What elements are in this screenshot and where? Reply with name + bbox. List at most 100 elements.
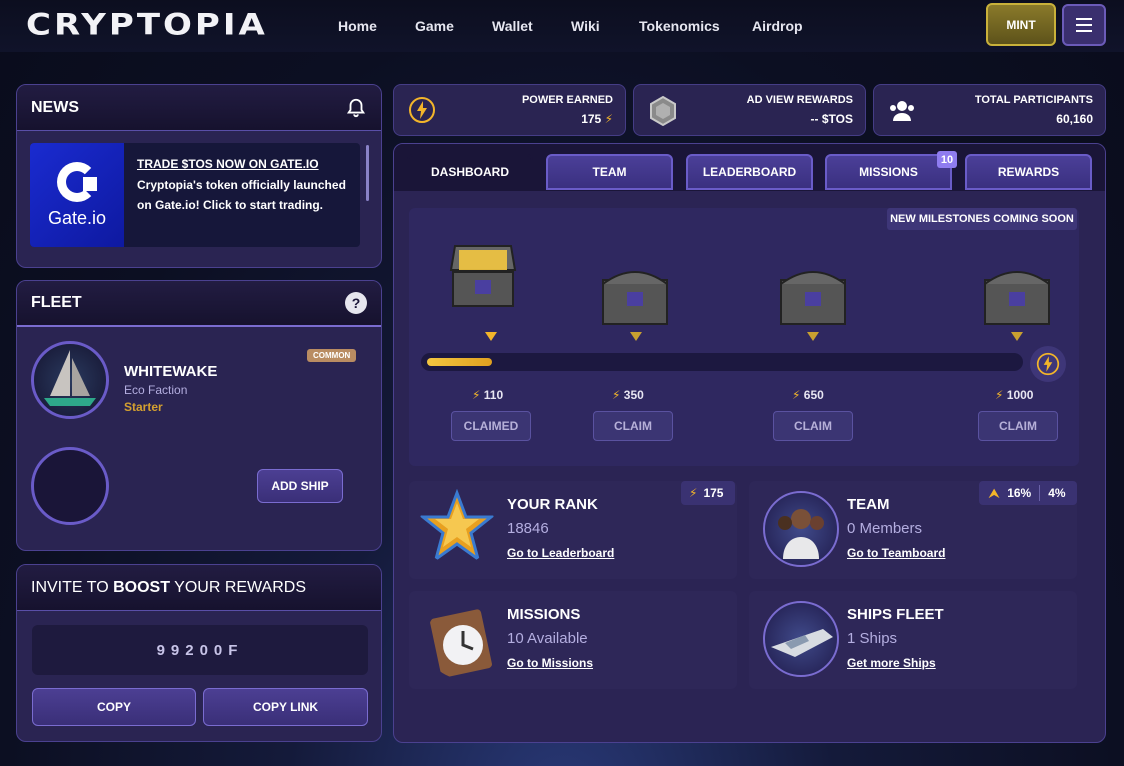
add-ship-button[interactable]: ADD SHIP	[257, 469, 343, 503]
invite-title-suffix: YOUR REWARDS	[169, 578, 306, 596]
ship-name: WHITEWAKE	[124, 363, 218, 380]
milestone-progress-fill	[427, 358, 492, 366]
ship-avatar	[31, 341, 109, 419]
team-card[interactable]: TEAM 0 Members Go to Teamboard ⮝ 16% 4%	[749, 481, 1077, 579]
tab-missions[interactable]: MISSIONS	[825, 154, 952, 190]
invite-code: 99200F	[156, 641, 244, 659]
progress-bolt-icon	[1030, 346, 1066, 382]
power-bolt-icon	[409, 97, 435, 123]
team-bonus-pill: ⮝ 16% 4%	[979, 481, 1077, 505]
fleet-title: FLEET	[31, 294, 82, 311]
missions-badge: 10	[937, 151, 957, 168]
nav-game[interactable]: Game	[415, 18, 454, 34]
empty-ship-slot[interactable]: ADD SHIP	[29, 447, 371, 537]
milestone-marker	[807, 332, 819, 341]
chest-open-icon	[449, 245, 517, 307]
gate-io-logo: Gate.io	[30, 143, 124, 247]
invite-code-field[interactable]: 99200F	[32, 625, 368, 675]
claim-button[interactable]: CLAIM	[593, 411, 673, 441]
team-avatar-icon	[763, 491, 839, 567]
teamboard-link[interactable]: Go to Teamboard	[847, 546, 945, 560]
claim-button[interactable]: CLAIM	[773, 411, 853, 441]
team-members: 0 Members	[847, 520, 923, 537]
nav-home[interactable]: Home	[338, 18, 377, 34]
help-icon[interactable]: ?	[345, 292, 367, 314]
bell-icon[interactable]	[345, 97, 367, 119]
rank-card[interactable]: YOUR RANK 18846 Go to Leaderboard ⚡ 175	[409, 481, 737, 579]
get-more-ships-link[interactable]: Get more Ships	[847, 656, 936, 670]
cryptopia-logo[interactable]: CRYPTOPIA	[26, 8, 268, 42]
news-panel: NEWS Gate.io TRADE $TOS NOW ON GATE.IO C…	[16, 84, 382, 268]
milestones-banner: NEW MILESTONES COMING SOON	[887, 208, 1077, 230]
power-earned-value: 175 ⚡	[581, 112, 613, 126]
milestone-progress-track	[421, 353, 1023, 371]
ships-fleet-card[interactable]: SHIPS FLEET 1 Ships Get more Ships	[749, 591, 1077, 689]
bolt-icon: ⚡	[472, 388, 481, 402]
news-link[interactable]: TRADE $TOS NOW ON GATE.IO	[137, 157, 319, 171]
ship-slot[interactable]: WHITEWAKE Eco Faction Starter COMMON	[29, 341, 371, 431]
rank-title: YOUR RANK	[507, 496, 598, 513]
total-participants-value: 60,160	[1056, 112, 1093, 126]
nav-wiki[interactable]: Wiki	[571, 18, 600, 34]
tos-coin-icon	[650, 96, 676, 126]
copy-link-button[interactable]: COPY LINK	[203, 688, 368, 726]
ad-view-rewards-value: -- $TOS	[810, 112, 853, 126]
bolt-icon: ⚡	[995, 388, 1004, 402]
tab-dashboard[interactable]: DASHBOARD	[407, 154, 533, 190]
milestone-points-3: ⚡ 650	[792, 388, 824, 402]
news-item[interactable]: Gate.io TRADE $TOS NOW ON GATE.IO Crypto…	[30, 143, 360, 247]
copy-button[interactable]: COPY	[32, 688, 196, 726]
empty-ship-avatar	[31, 447, 109, 525]
claimed-button[interactable]: CLAIMED	[451, 411, 531, 441]
mint-button[interactable]: MINT	[986, 3, 1056, 46]
missions-available: 10 Available	[507, 630, 588, 647]
total-participants-card: TOTAL PARTICIPANTS 60,160	[873, 84, 1106, 136]
milestone-marker	[630, 332, 642, 341]
invite-header: INVITE TO BOOST YOUR REWARDS	[17, 565, 381, 611]
milestone-points-2: ⚡ 350	[612, 388, 644, 402]
tab-rewards[interactable]: REWARDS	[965, 154, 1092, 190]
gate-io-ring-icon	[57, 161, 97, 202]
ship-icon	[763, 601, 839, 677]
fleet-header: FLEET ?	[17, 281, 381, 327]
milestone-marker	[1011, 332, 1023, 341]
milestone-points-4: ⚡ 1000	[995, 388, 1034, 402]
milestone-marker	[485, 332, 497, 341]
ad-view-rewards-label: AD VIEW REWARDS	[746, 94, 853, 106]
ship-faction: Eco Faction	[124, 383, 188, 397]
nav-wallet[interactable]: Wallet	[492, 18, 533, 34]
milestone-points-1: ⚡ 110	[472, 388, 504, 402]
star-rank-icon	[419, 489, 495, 563]
clipboard-clock-icon	[430, 609, 492, 678]
missions-card[interactable]: MISSIONS 10 Available Go to Missions	[409, 591, 737, 689]
chest-closed-icon	[780, 271, 846, 325]
users-icon	[890, 101, 914, 121]
invite-title-prefix: INVITE TO	[31, 578, 114, 596]
menu-button[interactable]	[1062, 4, 1106, 46]
ships-count: 1 Ships	[847, 630, 898, 647]
bolt-icon: ⚡	[604, 112, 613, 126]
claim-button[interactable]: CLAIM	[978, 411, 1058, 441]
ship-tier: Starter	[124, 400, 163, 414]
sailboat-icon	[44, 350, 96, 406]
invite-panel: INVITE TO BOOST YOUR REWARDS 99200F COPY…	[16, 564, 382, 742]
news-scrollbar[interactable]	[366, 145, 369, 201]
nav-tokenomics[interactable]: Tokenomics	[639, 18, 720, 34]
invite-title-bold: BOOST	[113, 578, 170, 596]
missions-link[interactable]: Go to Missions	[507, 656, 593, 670]
news-body: Cryptopia's token officially launched on…	[137, 178, 346, 212]
top-bar: CRYPTOPIA Home Game Wallet Wiki Tokenomi…	[0, 0, 1124, 52]
tab-leaderboard[interactable]: LEADERBOARD	[686, 154, 813, 190]
rank-points-pill: ⚡ 175	[681, 481, 735, 505]
power-earned-label: POWER EARNED	[521, 94, 613, 106]
leaderboard-link[interactable]: Go to Leaderboard	[507, 546, 614, 560]
ad-view-rewards-card: AD VIEW REWARDS -- $TOS	[633, 84, 866, 136]
news-title: NEWS	[31, 98, 79, 116]
chest-closed-icon	[602, 271, 668, 325]
nav-airdrop[interactable]: Airdrop	[752, 18, 803, 34]
missions-title: MISSIONS	[507, 606, 581, 623]
bolt-icon: ⚡	[792, 388, 801, 402]
menu-icon	[1076, 18, 1092, 20]
menu-icon-line	[1076, 24, 1092, 26]
tab-team[interactable]: TEAM	[546, 154, 673, 190]
